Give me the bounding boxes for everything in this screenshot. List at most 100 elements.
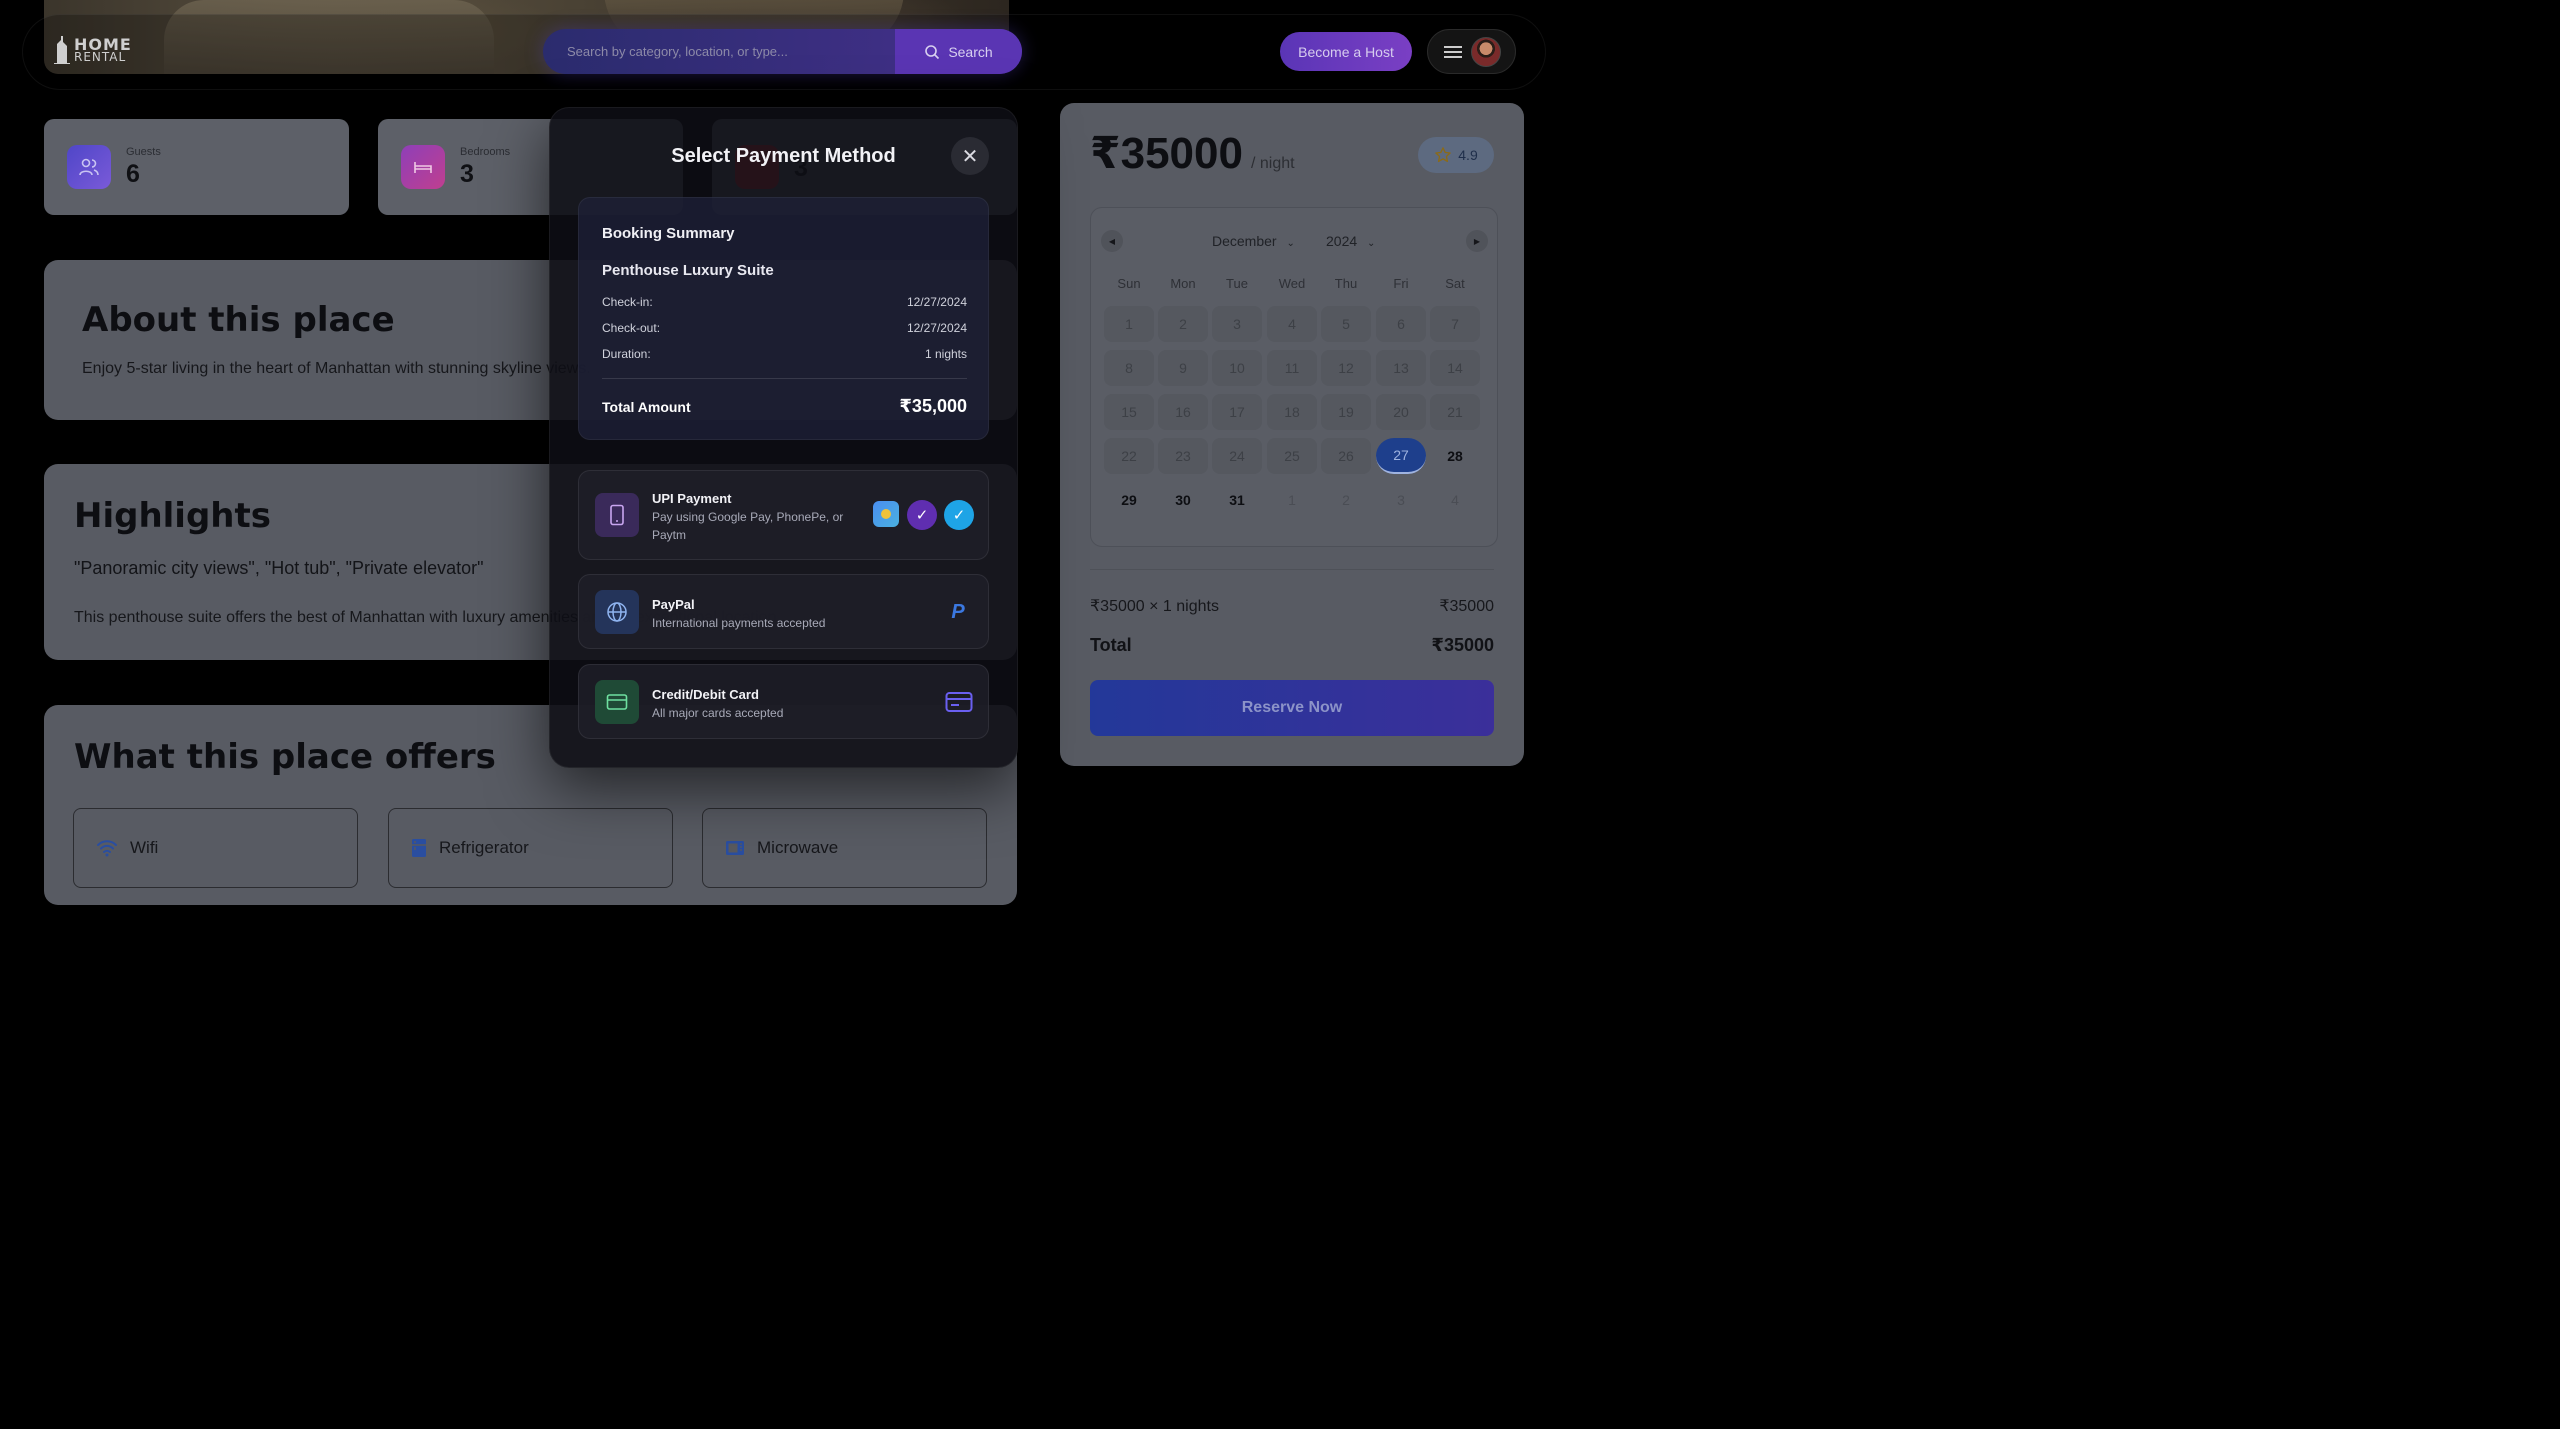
calendar-day: 7 [1430,306,1480,342]
summary-value: 12/27/2024 [906,295,967,309]
divider [1090,569,1494,570]
calendar-day: 9 [1158,350,1208,386]
calendar-day: 26 [1321,438,1371,474]
avatar [1471,36,1501,67]
payment-title: PayPal [652,597,695,612]
star-icon [1435,147,1452,163]
summary-property: Penthouse Luxury Suite [602,262,774,279]
calendar-day: 3 [1212,306,1262,342]
globe-icon [595,590,639,634]
calendar-day: 2 [1342,492,1350,508]
payment-option-card[interactable]: Credit/Debit Card All major cards accept… [578,664,989,739]
payment-title: UPI Payment [652,491,732,506]
become-host-button[interactable]: Become a Host [1280,32,1412,71]
calendar-day: 8 [1104,350,1154,386]
summary-heading: Booking Summary [602,225,735,242]
calendar-day: 1 [1104,306,1154,342]
total-value: ₹35000 [1431,635,1494,655]
calendar-day: 21 [1430,394,1480,430]
paytm-icon: ✓ [944,500,974,530]
calendar-day: 25 [1267,438,1317,474]
logo-line2: RENTAL [74,50,127,64]
booking-summary: Booking Summary Penthouse Luxury Suite C… [578,197,989,440]
logo-building-icon [54,36,70,64]
about-text: Enjoy 5-star living in the heart of Manh… [82,360,591,377]
weekday-header: Wed [1278,276,1306,291]
payment-desc: Pay using Google Pay, PhonePe, or Paytm [652,510,844,542]
search-bar: Search by category, location, or type...… [543,29,1022,74]
date-calendar: ◀ December ⌄ 2024 ⌄ ▶ Sun Mon Tue Wed Thu Fri… [1090,207,1498,547]
close-button[interactable]: ✕ [951,137,989,175]
month-select[interactable]: December ⌄ [1212,233,1295,249]
year-select[interactable]: 2024 ⌄ [1326,233,1375,249]
offers-title: What this place offers [74,737,496,777]
calendar-day: 20 [1376,394,1426,430]
summary-total-label: Total Amount [602,398,691,415]
summary-key: Check-in: [602,295,653,309]
chevron-down-icon: ⌄ [1286,238,1295,249]
payment-option-upi[interactable]: UPI Payment Pay using Google Pay, PhoneP… [578,470,989,560]
rating-badge: 4.9 [1418,137,1494,173]
weekday-header: Tue [1226,276,1248,291]
close-icon: ✕ [961,145,979,168]
calendar-day: 13 [1376,350,1426,386]
calendar-day[interactable]: 29 [1104,482,1154,518]
calendar-day[interactable]: 30 [1158,482,1208,518]
price-display: ₹35000 / night [1090,128,1295,179]
summary-value: 1 nights [924,347,967,361]
summary-total: Total Amount ₹35,000 [602,396,967,417]
about-title: About this place [82,300,395,340]
summary-divider [602,378,967,379]
next-month-button[interactable]: ▶ [1466,230,1488,252]
highlights-tags: "Panoramic city views", "Hot tub", "Priv… [74,558,484,578]
calc-value: ₹35000 [1439,598,1494,615]
logo[interactable]: HOME RENTAL [54,36,132,64]
price-calculation: ₹35000 × 1 nights ₹35000 [1090,596,1494,616]
calendar-day: 3 [1397,492,1405,508]
chevron-down-icon: ⌄ [1367,238,1376,249]
calendar-day[interactable]: 31 [1212,482,1262,518]
refrigerator-icon [412,839,426,857]
amenity-label: Wifi [130,838,159,857]
chevron-left-icon: ◀ [1108,236,1116,246]
amenity-item: Wifi [73,808,358,888]
guests-icon [67,145,111,189]
calendar-day: 11 [1267,350,1317,386]
nightly-price: ₹35000 [1090,129,1243,178]
weekday-header: Sun [1117,276,1141,291]
weekday-header: Thu [1334,276,1358,291]
stat-label: Bedrooms [460,145,511,158]
summary-row-checkin: Check-in: 12/27/2024 [602,295,967,309]
search-input[interactable]: Search by category, location, or type... [543,29,895,74]
search-button[interactable]: Search [895,29,1022,74]
summary-value: 12/27/2024 [906,321,967,335]
calendar-day: 18 [1267,394,1317,430]
google-pay-icon [873,501,899,527]
user-menu-button[interactable] [1427,29,1516,74]
calendar-day[interactable]: 27 [1376,438,1426,474]
card-icon [595,680,639,724]
stat-label: Guests [126,145,161,158]
payment-title: Credit/Debit Card [652,687,759,702]
phone-icon [595,493,639,537]
weekday-header: Mon [1170,276,1196,291]
calendar-day: 1 [1288,492,1296,508]
calendar-day: 19 [1321,394,1371,430]
calendar-day: 17 [1212,394,1262,430]
rating-value: 4.9 [1458,147,1478,163]
calendar-day[interactable]: 28 [1430,438,1480,474]
amenity-item: Refrigerator [388,808,673,888]
amenity-label: Refrigerator [439,838,529,857]
payment-option-paypal[interactable]: PayPal International payments accepted P [578,574,989,649]
calendar-day: 4 [1451,492,1459,508]
prev-month-button[interactable]: ◀ [1101,230,1123,252]
total-label: Total [1090,635,1132,655]
reserve-button[interactable]: Reserve Now [1090,680,1494,736]
summary-total-value: ₹35,000 [899,396,967,416]
price-total: Total ₹35000 [1090,635,1494,656]
calendar-day: 4 [1267,306,1317,342]
amenity-label: Microwave [757,838,839,857]
summary-row-duration: Duration: 1 nights [602,347,967,361]
phonepe-icon: ✓ [907,500,937,530]
price-unit: / night [1250,155,1295,172]
